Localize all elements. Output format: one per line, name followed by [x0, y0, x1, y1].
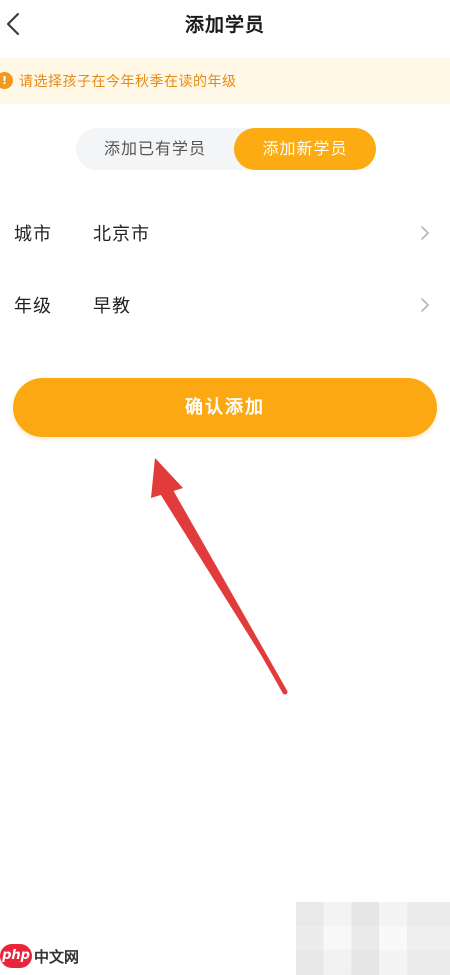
tab-add-new-student[interactable]: 添加新学员 — [234, 128, 376, 170]
watermark-php: php — [0, 944, 32, 968]
student-type-toggle: 添加已有学员 添加新学员 — [76, 128, 376, 170]
tab-add-existing-student[interactable]: 添加已有学员 — [76, 128, 234, 170]
watermark-mosaic — [296, 902, 450, 975]
city-value: 北京市 — [93, 224, 150, 245]
city-label: 城市 — [14, 224, 52, 245]
chevron-right-icon — [421, 298, 429, 312]
notice-text: 请选择孩子在今年秋季在读的年级 — [19, 74, 237, 90]
red-arrow-annotation — [151, 458, 288, 695]
watermark-site-name: 中文网 — [34, 948, 80, 966]
city-row[interactable]: 城市 北京市 — [0, 208, 450, 258]
grade-label: 年级 — [14, 296, 52, 317]
notice-bar: ! 请选择孩子在今年秋季在读的年级 — [0, 58, 450, 104]
confirm-add-button[interactable]: 确认添加 — [13, 378, 437, 437]
grade-value: 早教 — [93, 296, 131, 317]
exclamation-icon: ! — [0, 72, 13, 89]
chevron-right-icon — [421, 226, 429, 240]
page-title: 添加学员 — [184, 14, 265, 36]
watermark-logo: php 中文网 — [0, 944, 84, 970]
top-nav-bar: 添加学员 — [0, 0, 450, 50]
grade-row[interactable]: 年级 早教 — [0, 280, 450, 330]
